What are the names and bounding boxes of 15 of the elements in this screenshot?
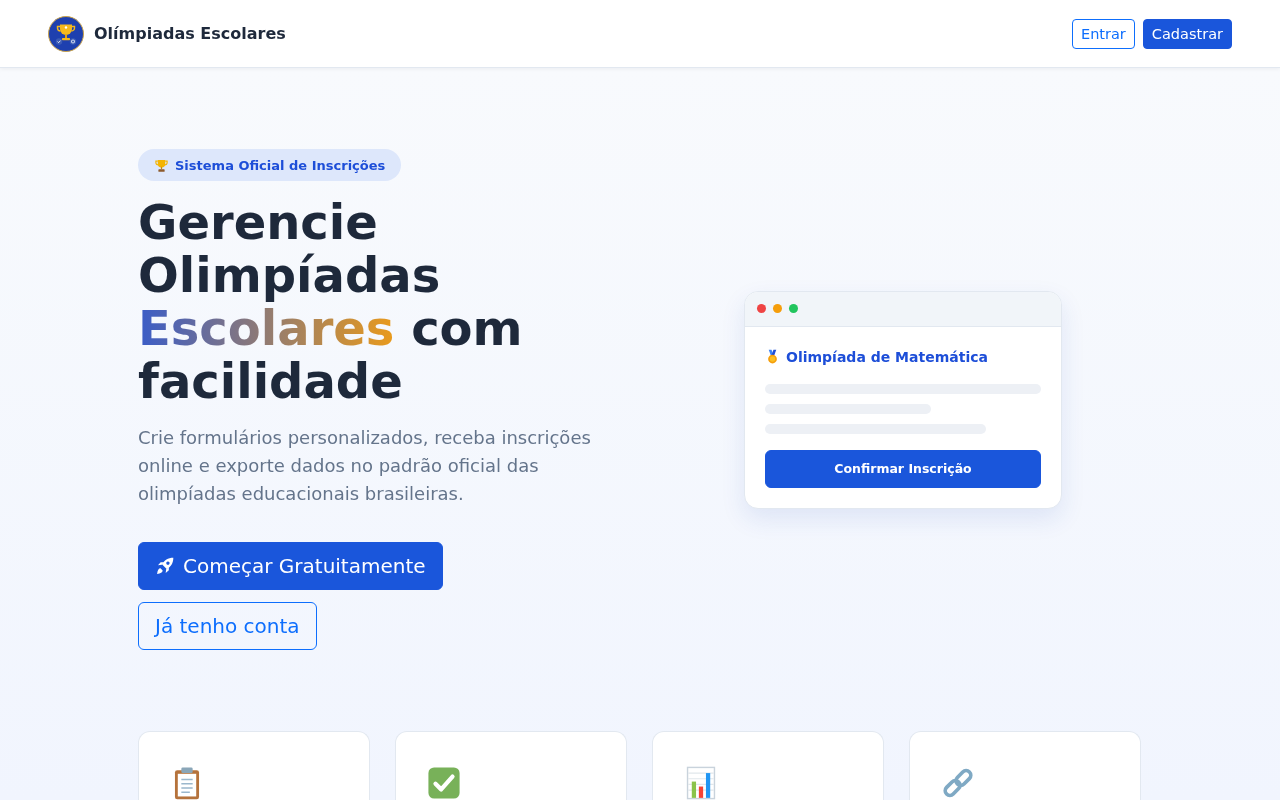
signup-button[interactable]: Cadastrar bbox=[1142, 18, 1232, 49]
hero-headline: Gerencie Olimpíadas Escolares com facilidade bbox=[138, 196, 524, 408]
login-button[interactable]: Entrar bbox=[1072, 18, 1135, 49]
form-title: Olimpíada de Matemática bbox=[786, 348, 988, 365]
hero-description: Crie formulários personalizados, receba inscrições online e exporte dados no padrão oficial das olimpíadas educacionais brasileiras. bbox=[138, 426, 592, 506]
brand-name: Olímpiadas Escolares bbox=[94, 24, 286, 43]
rocket-icon bbox=[155, 556, 175, 576]
get-started-button[interactable]: Começar Gratuitamente bbox=[138, 542, 443, 590]
have-account-button[interactable]: Já tenho conta bbox=[138, 602, 317, 650]
chain-link-icon bbox=[941, 766, 975, 800]
confirm-button[interactable]: Confirmar Inscrição bbox=[765, 449, 1041, 488]
badge-text: Sistema Oficial de Inscrições bbox=[175, 157, 386, 173]
medal-icon bbox=[765, 349, 780, 364]
logo-icon bbox=[48, 15, 84, 52]
trophy-icon bbox=[154, 157, 169, 173]
